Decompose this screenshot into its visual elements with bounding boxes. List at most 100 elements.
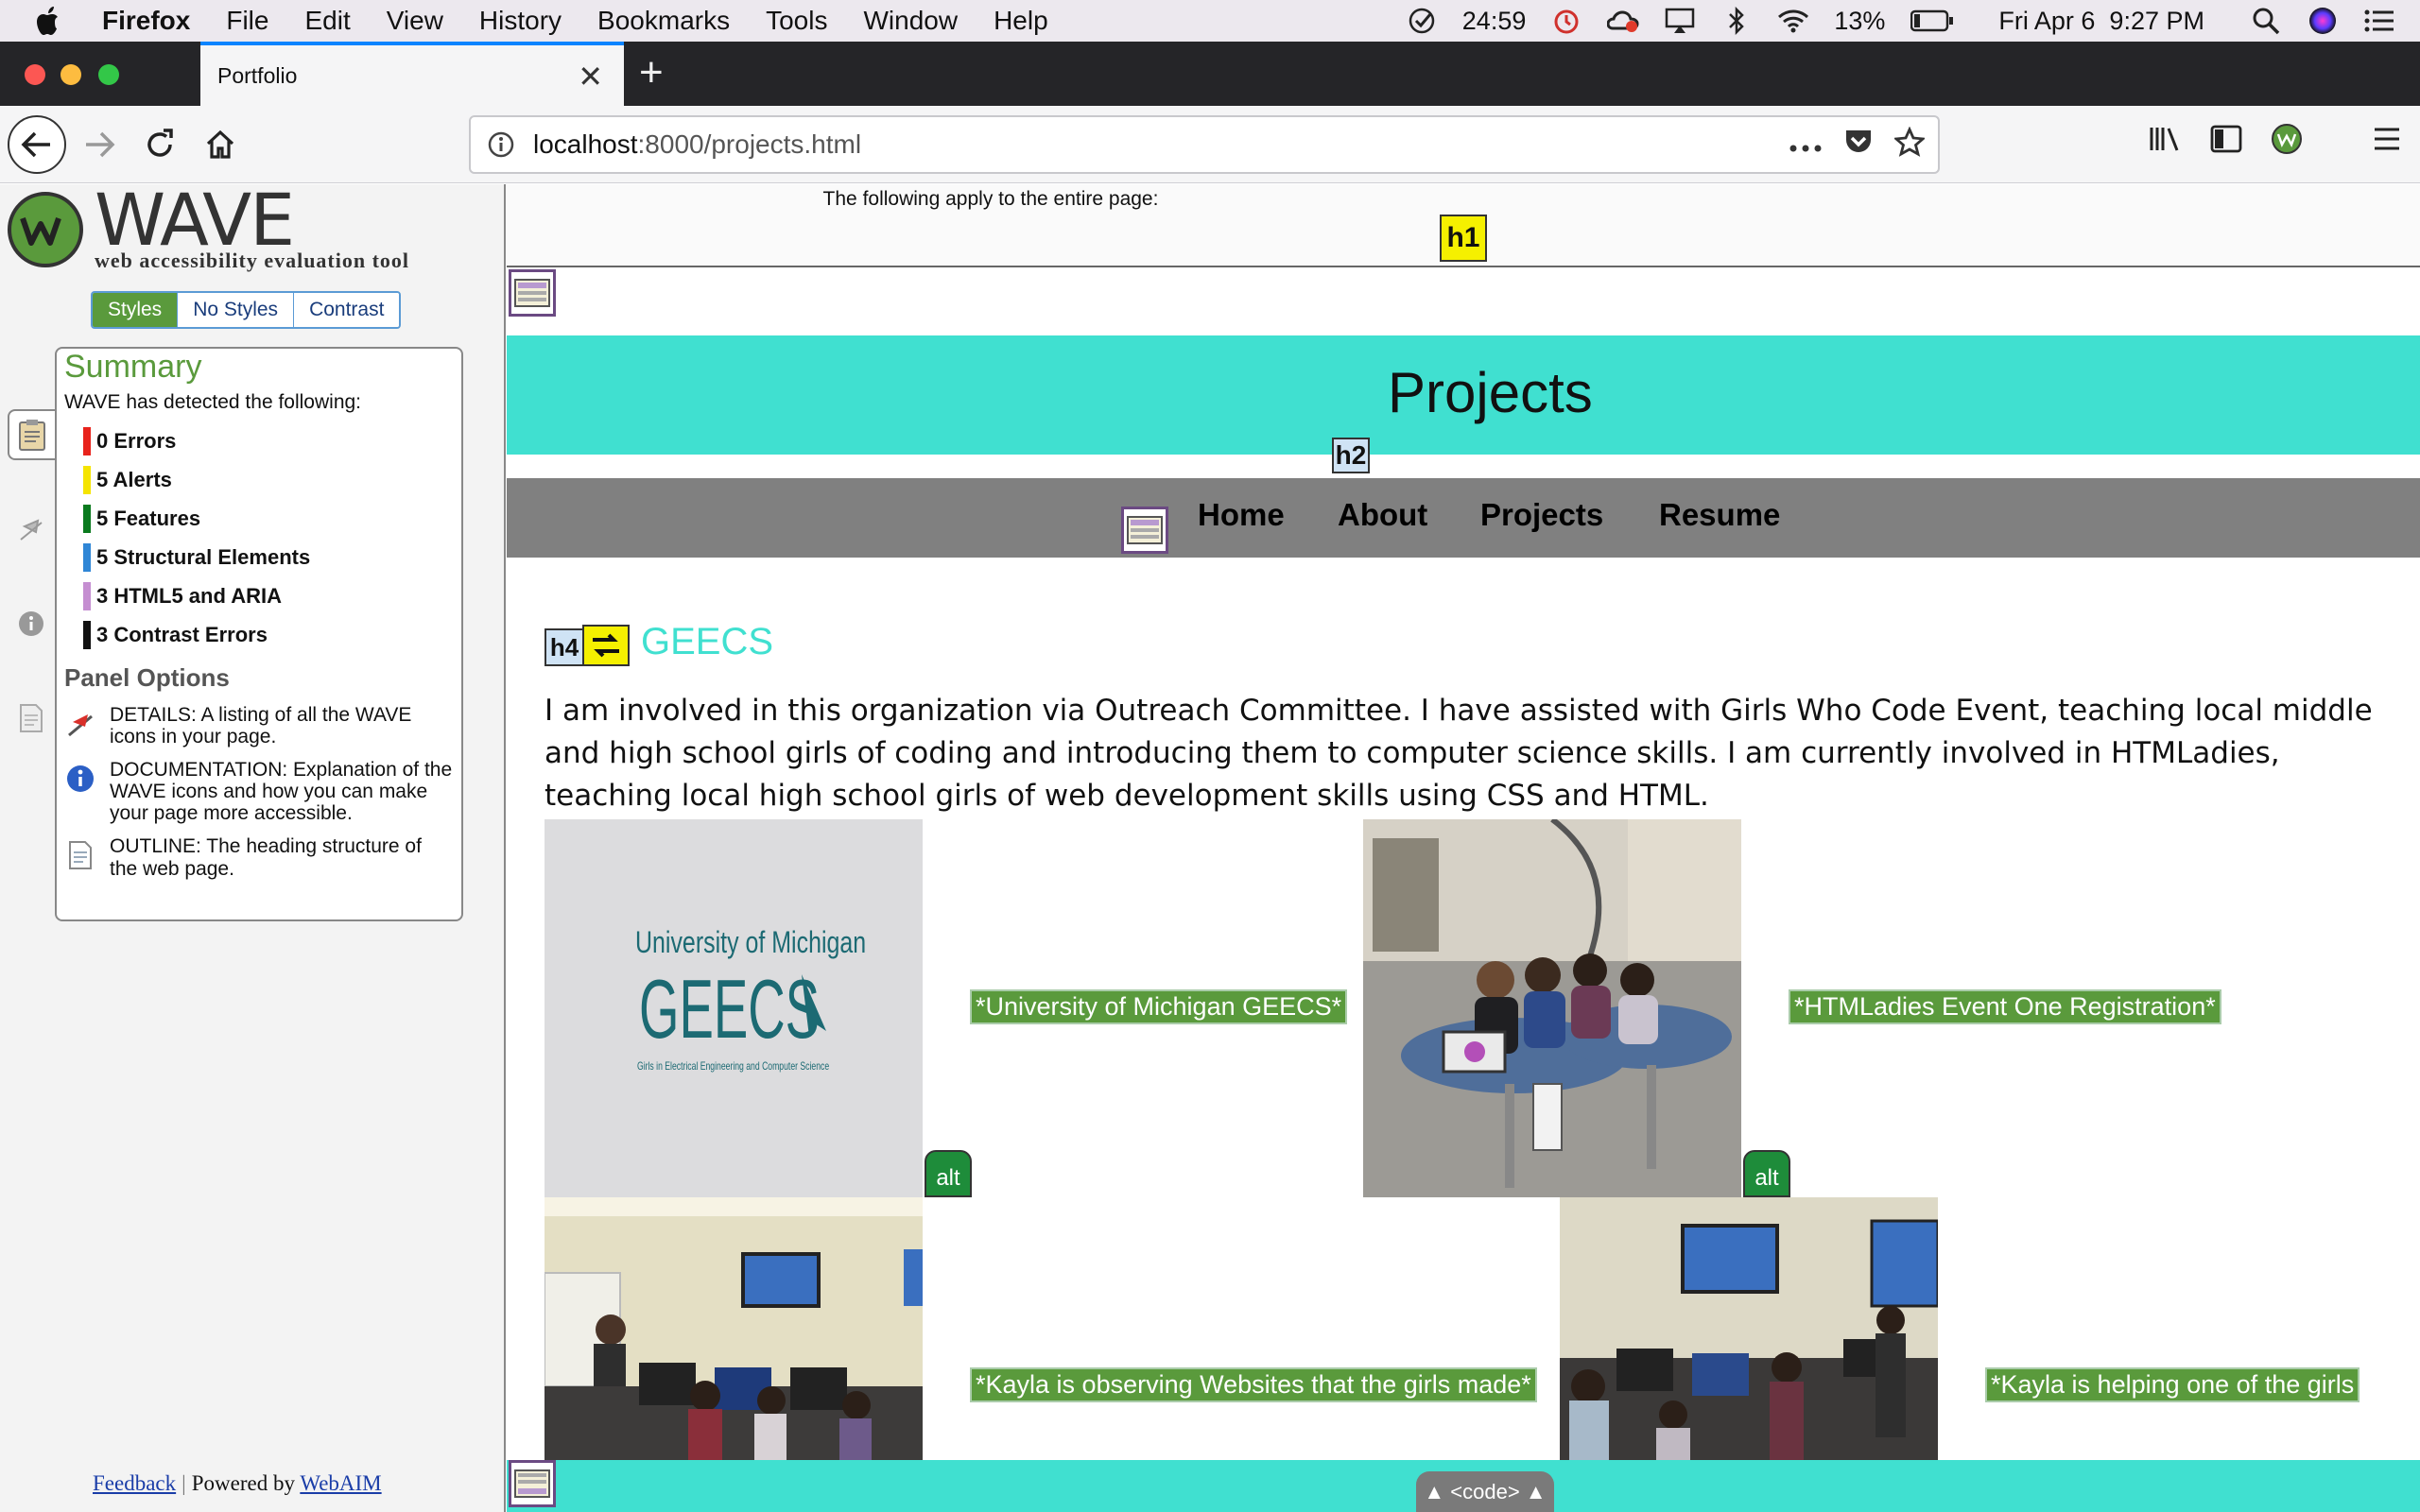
- menubar-status-area: 24:59 13% Fri Apr 6 9:27 PM: [1406, 0, 2395, 42]
- spotlight-search-icon[interactable]: [2250, 5, 2282, 37]
- summary-alerts[interactable]: 5 Alerts: [83, 460, 454, 499]
- creative-cloud-icon[interactable]: [1607, 5, 1639, 37]
- page-content: The following apply to the entire page: …: [507, 184, 2420, 1512]
- back-button[interactable]: [8, 115, 66, 174]
- redundant-link-icon[interactable]: [582, 625, 630, 666]
- checkmark-icon[interactable]: [1406, 5, 1438, 37]
- summary-features[interactable]: 5 Features: [83, 499, 454, 538]
- panel-options-heading: Panel Options: [64, 663, 230, 692]
- menu-bookmarks[interactable]: Bookmarks: [597, 6, 730, 36]
- contrast-mode-button[interactable]: Contrast: [294, 293, 400, 327]
- alt-text-label-2: *HTMLadies Event One Registration*: [1789, 989, 2221, 1024]
- summary-html5-aria[interactable]: 3 HTML5 and ARIA: [83, 576, 454, 615]
- url-host: localhost: [533, 129, 638, 159]
- styles-mode-button[interactable]: Styles: [93, 293, 179, 327]
- wave-title: WAVE: [95, 178, 295, 262]
- panel-option-documentation[interactable]: DOCUMENTATION: Explanation of the WAVE i…: [64, 759, 454, 824]
- contrast-color-bar: [83, 620, 91, 649]
- menubar-datetime[interactable]: Fri Apr 6 9:27 PM: [1998, 7, 2204, 36]
- battery-icon[interactable]: [1910, 5, 1955, 37]
- bookmark-star-icon[interactable]: [1893, 126, 1927, 163]
- forward-button[interactable]: [70, 115, 129, 174]
- feedback-link[interactable]: Feedback: [93, 1471, 176, 1495]
- timer-icon[interactable]: [1550, 5, 1582, 37]
- document-icon: [64, 839, 96, 871]
- wave-extension-icon[interactable]: [2271, 123, 2303, 160]
- url-bar[interactable]: localhost:8000/projects.html: [469, 115, 1940, 174]
- projects-title: Projects: [1388, 361, 1593, 424]
- navigation-region-icon[interactable]: [1121, 507, 1168, 554]
- menu-tools[interactable]: Tools: [766, 6, 827, 36]
- bluetooth-icon[interactable]: [1720, 5, 1753, 37]
- window-close-button[interactable]: [25, 64, 45, 85]
- sidebar-toggle-icon[interactable]: [2210, 125, 2242, 158]
- siri-icon[interactable]: [2307, 5, 2339, 37]
- menu-help[interactable]: Help: [994, 6, 1048, 36]
- summary-structural[interactable]: 5 Structural Elements: [83, 538, 454, 576]
- nav-projects[interactable]: Projects: [1480, 497, 1603, 533]
- header-region-icon[interactable]: [509, 269, 556, 317]
- features-color-bar: [83, 504, 91, 533]
- page-actions-icon[interactable]: [1789, 130, 1823, 161]
- alt-text-label-4: *Kayla is helping one of the girls: [1985, 1367, 2360, 1402]
- pocket-icon[interactable]: [1843, 128, 1874, 163]
- browser-tab-portfolio[interactable]: Portfolio ✕: [200, 42, 624, 106]
- projects-banner: Projects: [507, 335, 2420, 455]
- home-button[interactable]: [191, 115, 250, 174]
- errors-color-bar: [83, 426, 91, 455]
- geecs-logo-university: University of Michigan: [635, 925, 867, 959]
- library-icon[interactable]: [2148, 124, 2182, 159]
- wave-summary-panel: Summary WAVE has detected the following:…: [55, 347, 463, 921]
- h2-heading-icon[interactable]: h2: [1332, 438, 1370, 473]
- menu-view[interactable]: View: [387, 6, 443, 36]
- panel-option-details[interactable]: DETAILS: A listing of all the WAVE icons…: [64, 704, 454, 747]
- summary-tab-clipboard-icon[interactable]: [8, 409, 55, 460]
- wave-footer: Feedback | Powered by WebAIM: [93, 1471, 382, 1496]
- footer-region-icon[interactable]: [509, 1460, 556, 1507]
- summary-contrast[interactable]: 3 Contrast Errors: [83, 615, 454, 654]
- geecs-heading-link[interactable]: GEECS: [641, 621, 773, 663]
- htmladies-group-photo: [1363, 819, 1741, 1197]
- nav-home[interactable]: Home: [1198, 497, 1285, 533]
- window-zoom-button[interactable]: [98, 64, 119, 85]
- code-panel-toggle[interactable]: ▲ <code> ▲: [1416, 1471, 1554, 1512]
- site-info-icon[interactable]: [488, 131, 514, 158]
- notification-center-icon[interactable]: [2363, 5, 2395, 37]
- classroom-helping-illustration: [1560, 1197, 1938, 1471]
- outline-tab-document-icon[interactable]: [8, 693, 55, 744]
- hamburger-menu-icon[interactable]: [2373, 127, 2401, 156]
- apple-menu-icon[interactable]: [36, 6, 74, 36]
- summary-errors[interactable]: 0 Errors: [83, 421, 454, 460]
- new-tab-button[interactable]: +: [639, 49, 664, 96]
- h1-heading-icon[interactable]: h1: [1440, 215, 1487, 262]
- panel-option-outline[interactable]: OUTLINE: The heading structure of the we…: [64, 835, 454, 880]
- tab-title: Portfolio: [217, 62, 298, 88]
- menu-window[interactable]: Window: [863, 6, 958, 36]
- alt-text-label: *University of Michigan GEECS*: [970, 989, 1348, 1024]
- h4-heading-icon[interactable]: h4: [544, 628, 584, 666]
- no-styles-mode-button[interactable]: No Styles: [178, 293, 295, 327]
- macos-menu-bar: Firefox File Edit View History Bookmarks…: [0, 0, 2420, 42]
- url-path: :8000/projects.html: [637, 129, 862, 159]
- menu-history[interactable]: History: [479, 6, 562, 36]
- wifi-icon[interactable]: [1777, 5, 1809, 37]
- documentation-tab-info-icon[interactable]: [8, 598, 55, 649]
- alt-text-icon[interactable]: alt: [925, 1150, 972, 1197]
- details-tab-flag-icon[interactable]: [8, 504, 55, 555]
- nav-about[interactable]: About: [1338, 497, 1427, 533]
- aria-color-bar: [83, 581, 91, 610]
- window-minimize-button[interactable]: [60, 64, 81, 85]
- menu-app-name[interactable]: Firefox: [102, 6, 190, 36]
- airplay-icon[interactable]: [1664, 5, 1696, 37]
- summary-list: 0 Errors 5 Alerts 5 Features 5 Structura…: [83, 421, 454, 654]
- menu-edit[interactable]: Edit: [304, 6, 350, 36]
- alt-text-icon-2[interactable]: alt: [1743, 1150, 1790, 1197]
- wave-panel-tabs: [8, 409, 55, 787]
- nav-resume[interactable]: Resume: [1659, 497, 1780, 533]
- reload-button[interactable]: [130, 115, 189, 174]
- tab-close-icon[interactable]: ✕: [578, 59, 603, 94]
- cursor-arrow-icon: [802, 974, 826, 1037]
- menu-file[interactable]: File: [226, 6, 268, 36]
- webaim-link[interactable]: WebAIM: [300, 1471, 381, 1495]
- footer-separator: |: [182, 1471, 186, 1495]
